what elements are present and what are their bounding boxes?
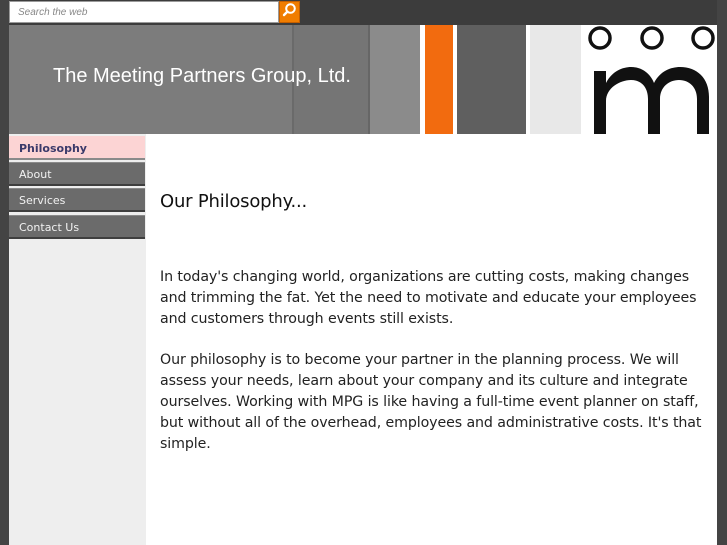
header-accent-bar (425, 25, 453, 134)
header-panel (370, 25, 420, 134)
nav-item-services[interactable]: Services (9, 188, 145, 212)
site-title: The Meeting Partners Group, Ltd. (53, 65, 351, 87)
page-margin-right (717, 0, 727, 545)
main-content: Our Philosophy... In today's changing wo… (146, 134, 717, 545)
page-margin-left (0, 0, 9, 545)
nav-item-contact-us[interactable]: Contact Us (9, 215, 145, 239)
header-panel (530, 25, 581, 134)
search-icon (282, 2, 297, 22)
search-button[interactable] (279, 1, 300, 23)
intro-paragraph: In today's changing world, organizations… (160, 269, 697, 327)
search-bar (9, 1, 300, 23)
nav-item-philosophy[interactable]: Philosophy (9, 136, 145, 160)
nav-item-about[interactable]: About (9, 162, 145, 186)
mpg-logo (588, 26, 715, 134)
search-input[interactable] (9, 1, 279, 23)
header-panel (457, 25, 526, 134)
philosophy-paragraph: Our philosophy is to become your partner… (160, 352, 702, 452)
page-title: Our Philosophy... (160, 191, 308, 212)
logo-panel (581, 25, 717, 134)
sidebar-nav: Philosophy About Services Contact Us (9, 134, 146, 545)
site-header: The Meeting Partners Group, Ltd. (9, 25, 717, 134)
